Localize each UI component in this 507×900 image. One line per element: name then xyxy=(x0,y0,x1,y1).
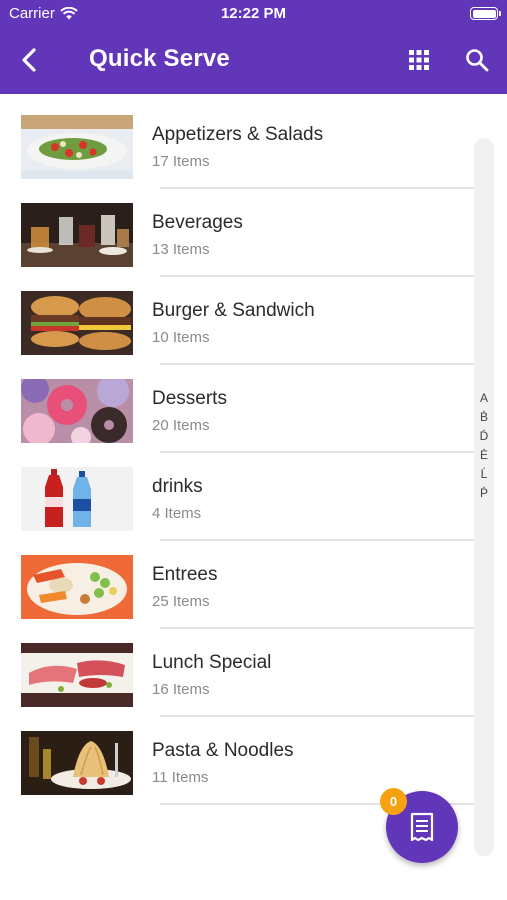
category-name: Lunch Special xyxy=(152,652,272,673)
burger-image xyxy=(21,291,133,355)
search-icon xyxy=(466,49,489,72)
category-row[interactable]: Pasta & Noodles 11 Items xyxy=(0,710,475,805)
index-letter[interactable]: P xyxy=(474,487,494,498)
beverages-image xyxy=(21,203,133,267)
category-count: 11 Items xyxy=(152,769,209,786)
soda-bottles-image xyxy=(21,467,133,531)
category-count: 10 Items xyxy=(152,329,210,346)
cart-count-badge: 0 xyxy=(380,788,407,815)
donuts-image xyxy=(21,379,133,443)
category-count: 16 Items xyxy=(152,681,210,698)
status-bar: Carrier 12:22 PM xyxy=(0,0,507,28)
category-row[interactable]: Lunch Special 16 Items xyxy=(0,622,475,717)
category-count: 17 Items xyxy=(152,153,210,170)
entree-platter-image xyxy=(21,555,133,619)
receipt-icon xyxy=(410,812,434,842)
pasta-image xyxy=(21,731,133,795)
app-header: Carrier 12:22 PM Quick Serve xyxy=(0,0,507,94)
category-row[interactable]: Desserts 20 Items xyxy=(0,358,475,453)
grid-view-button[interactable] xyxy=(402,43,436,77)
category-row[interactable]: Beverages 13 Items xyxy=(0,182,475,277)
category-row[interactable]: Entrees 25 Items xyxy=(0,534,475,629)
category-name: Appetizers & Salads xyxy=(152,124,324,145)
category-name: Burger & Sandwich xyxy=(152,300,315,321)
alphabet-index[interactable]: A . B . D . E . L . P xyxy=(474,392,494,498)
category-count: 13 Items xyxy=(152,241,210,258)
category-row[interactable]: Burger & Sandwich 10 Items xyxy=(0,270,475,365)
category-name: drinks xyxy=(152,476,203,497)
category-row[interactable]: drinks 4 Items xyxy=(0,446,475,541)
search-button[interactable] xyxy=(460,43,494,77)
navigation-bar: Quick Serve xyxy=(0,28,507,94)
grid-icon xyxy=(409,50,429,70)
category-count: 25 Items xyxy=(152,593,210,610)
back-button[interactable] xyxy=(12,43,46,77)
category-name: Entrees xyxy=(152,564,218,585)
sushi-image xyxy=(21,643,133,707)
category-name: Beverages xyxy=(152,212,243,233)
appetizers-image xyxy=(21,115,133,179)
battery-icon xyxy=(470,7,501,20)
page-title: Quick Serve xyxy=(89,45,230,72)
category-list: Appetizers & Salads 17 Items Beverages 1… xyxy=(0,94,475,805)
category-count: 20 Items xyxy=(152,417,210,434)
category-name: Pasta & Noodles xyxy=(152,740,294,761)
chevron-left-icon xyxy=(22,48,36,72)
category-row[interactable]: Appetizers & Salads 17 Items xyxy=(0,94,475,189)
status-time: 12:22 PM xyxy=(220,5,287,22)
category-name: Desserts xyxy=(152,388,227,409)
category-count: 4 Items xyxy=(152,505,202,522)
